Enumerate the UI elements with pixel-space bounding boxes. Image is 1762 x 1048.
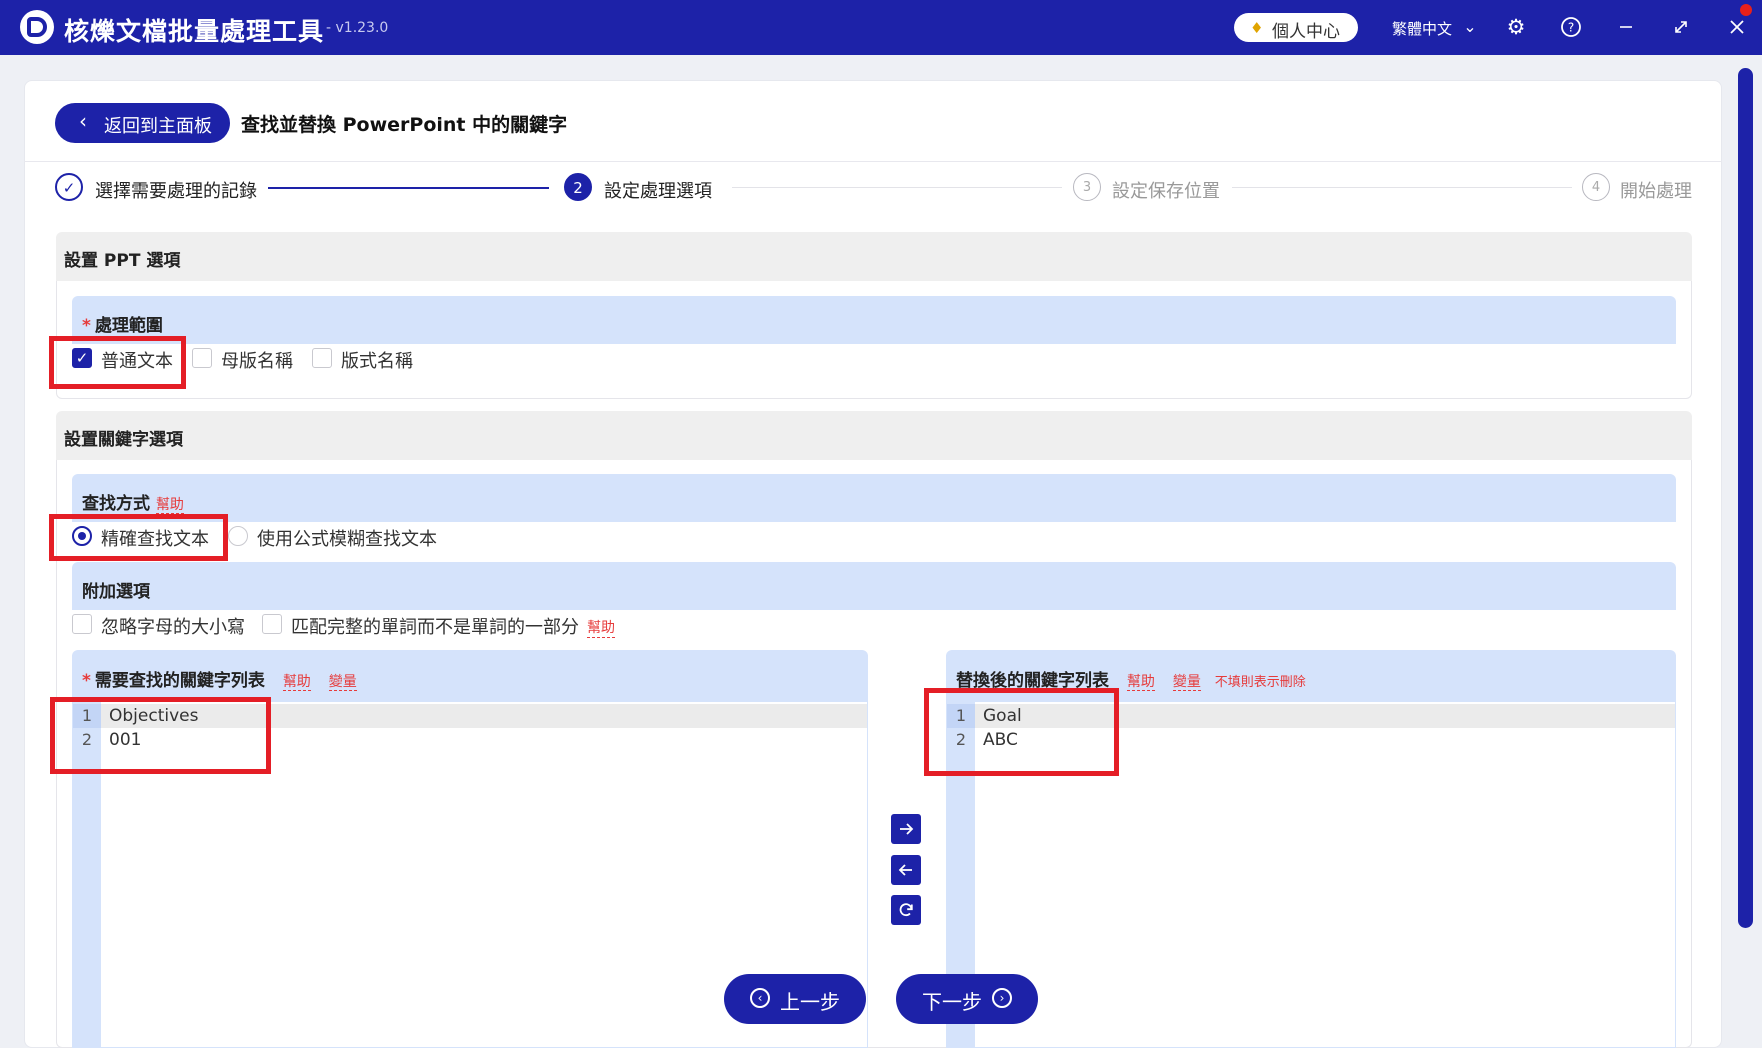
layout-name-checkbox[interactable] [312, 348, 332, 368]
whole-word-checkbox[interactable] [262, 614, 282, 634]
find-mode-header: 查找方式 幫助 [72, 474, 1676, 522]
find-mode-title: 查找方式 [82, 494, 150, 514]
highlight-plain-text [49, 336, 186, 389]
chevron-down-icon[interactable]: ⌄ [1457, 14, 1483, 40]
gear-icon[interactable]: ⚙ [1503, 14, 1529, 40]
scope-header: * 處理範圍 [72, 296, 1676, 344]
back-to-dashboard-button[interactable]: ‹ 返回到主面板 [55, 103, 230, 143]
step-line-2 [732, 187, 1062, 188]
ignore-case-label[interactable]: 忽略字母的大小寫 [101, 613, 245, 639]
close-icon[interactable] [1724, 14, 1750, 40]
replace-list-help-link[interactable]: 幫助 [1126, 674, 1155, 691]
svg-text:?: ? [1568, 21, 1574, 35]
extra-options-title: 附加選項 [82, 582, 150, 602]
ppt-section-header: 設置 PPT 選項 [56, 232, 1692, 281]
step-3-number: 3 [1073, 173, 1101, 201]
refresh-icon[interactable] [891, 895, 921, 925]
replace-list-vars-link[interactable]: 變量 [1172, 674, 1201, 691]
step-line-3 [1232, 187, 1572, 188]
previous-step-button[interactable]: ‹ 上一步 [724, 974, 866, 1024]
personal-center-button[interactable]: ♦ 個人中心 [1234, 13, 1358, 42]
arrow-right-icon[interactable] [891, 814, 921, 844]
ignore-case-checkbox[interactable] [72, 614, 92, 634]
master-name-checkbox[interactable] [192, 348, 212, 368]
app-logo-icon [20, 10, 54, 44]
header-divider [24, 161, 1722, 162]
step-3-label: 設定保存位置 [1112, 181, 1220, 202]
scope-title: 處理範圍 [94, 316, 163, 336]
layout-name-label[interactable]: 版式名稱 [341, 347, 413, 373]
step-1-label: 選擇需要處理的記錄 [95, 181, 257, 202]
step-2-number: 2 [564, 173, 592, 201]
page-title: 查找並替換 PowerPoint 中的關鍵字 [241, 114, 568, 136]
chevron-left-icon: ‹ [750, 988, 770, 1008]
step-1-check-icon: ✓ [55, 173, 83, 201]
highlight-replace-list [924, 688, 1119, 776]
chevron-right-icon: › [992, 988, 1012, 1008]
step-line-1 [268, 187, 549, 189]
find-list-help-link[interactable]: 幫助 [282, 674, 311, 691]
find-list-vars-link[interactable]: 變量 [328, 674, 357, 691]
personal-center-label: 個人中心 [1272, 22, 1340, 42]
highlight-find-list [50, 697, 271, 774]
formula-find-label[interactable]: 使用公式模糊查找文本 [257, 525, 437, 551]
chevron-left-icon: ‹ [79, 109, 87, 133]
step-4-number: 4 [1582, 173, 1610, 201]
find-mode-help-link[interactable]: 幫助 [155, 497, 184, 514]
step-2-label: 設定處理選項 [604, 181, 712, 202]
keyword-section-header: 設置關鍵字選項 [56, 411, 1692, 460]
app-version: - v1.23.0 [326, 20, 389, 36]
next-step-button[interactable]: 下一步 › [896, 974, 1038, 1024]
replace-list-note: 不填則表示刪除 [1214, 675, 1306, 690]
notification-dot [1740, 4, 1752, 16]
highlight-exact-find [49, 514, 228, 561]
question-icon[interactable]: ? [1558, 14, 1584, 40]
diamond-icon: ♦ [1250, 19, 1264, 37]
title-bar: 核爍文檔批量處理工具 - v1.23.0 ♦ 個人中心 繁體中文 ⌄ ⚙ ? [0, 0, 1762, 55]
step-4-label: 開始處理 [1620, 181, 1692, 202]
find-list-title: 需要查找的關鍵字列表 [94, 671, 265, 691]
scrollbar[interactable] [1738, 68, 1753, 928]
arrow-left-icon[interactable] [891, 855, 921, 885]
language-selector[interactable]: 繁體中文 [1392, 18, 1452, 39]
master-name-label[interactable]: 母版名稱 [221, 347, 293, 373]
extra-options-help-link[interactable]: 幫助 [587, 617, 615, 638]
extra-options-header: 附加選項 [72, 562, 1676, 610]
formula-find-radio[interactable] [228, 526, 248, 546]
find-list-header: * 需要查找的關鍵字列表 幫助 變量 [72, 650, 868, 702]
app-title: 核爍文檔批量處理工具 [64, 17, 325, 46]
minimize-icon[interactable] [1613, 14, 1639, 40]
whole-word-label[interactable]: 匹配完整的單詞而不是單詞的一部分 [291, 613, 579, 639]
maximize-icon[interactable] [1668, 14, 1694, 40]
